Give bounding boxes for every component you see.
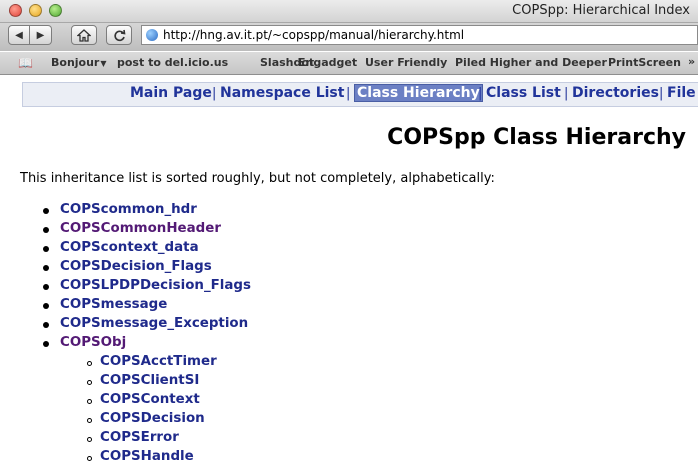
circle-bullet-icon xyxy=(87,361,92,366)
globe-icon xyxy=(146,29,158,41)
window-controls xyxy=(9,4,62,17)
class-link-copsdecision-flags[interactable]: COPSDecision_Flags xyxy=(60,259,212,274)
class-link-copsmessage-exception[interactable]: COPSmessage_Exception xyxy=(60,316,248,331)
tab-separator: | xyxy=(478,86,483,101)
class-link-copscontext[interactable]: COPSContext xyxy=(100,392,200,407)
bullet-icon xyxy=(43,265,49,271)
class-link-copserror[interactable]: COPSError xyxy=(100,430,179,445)
reload-icon xyxy=(113,29,125,41)
url-text[interactable]: http://hng.av.it.pt/~copspp/manual/hiera… xyxy=(163,28,464,42)
tab-separator: | xyxy=(212,86,217,101)
dropdown-arrow-icon: ▼ xyxy=(100,59,107,68)
class-link-copscommon-hdr[interactable]: COPScommon_hdr xyxy=(60,202,197,217)
class-link-copshandle[interactable]: COPSHandle xyxy=(100,449,194,464)
class-link-copsaccttimer[interactable]: COPSAcctTimer xyxy=(100,354,217,369)
class-link-copscontext-data[interactable]: COPScontext_data xyxy=(60,240,199,255)
bookmark-user-friendly[interactable]: User Friendly xyxy=(365,56,447,69)
tab-separator: | xyxy=(659,86,664,101)
bullet-icon xyxy=(43,322,49,328)
class-link-copsclientsi[interactable]: COPSClientSI xyxy=(100,373,199,388)
forward-arrow-icon: ▶ xyxy=(36,29,45,41)
bookmarks-overflow-button[interactable]: » xyxy=(688,55,695,68)
minimize-window-button[interactable] xyxy=(29,4,42,17)
bullet-icon xyxy=(43,227,49,233)
zoom-window-button[interactable] xyxy=(49,4,62,17)
title-bar: COPSpp: Hierarchical Index xyxy=(0,0,698,23)
bookmark-phd[interactable]: Piled Higher and Deeper xyxy=(455,56,607,69)
close-window-button[interactable] xyxy=(9,4,22,17)
bookmark-printscreen[interactable]: PrintScreen xyxy=(608,56,681,69)
tab-namespace-list[interactable]: Namespace List xyxy=(220,85,344,101)
tab-main-page[interactable]: Main Page xyxy=(130,85,212,101)
class-link-copscommonheader[interactable]: COPSCommonHeader xyxy=(60,221,221,236)
home-icon xyxy=(77,28,91,42)
home-button[interactable] xyxy=(71,25,97,45)
tab-class-list[interactable]: Class List xyxy=(486,85,561,101)
tab-separator: | xyxy=(346,86,351,101)
bullet-icon xyxy=(43,303,49,309)
forward-button[interactable]: ▶ xyxy=(30,25,52,45)
back-button[interactable]: ◀ xyxy=(8,25,30,45)
bullet-icon xyxy=(43,341,49,347)
back-forward-group: ◀ ▶ xyxy=(8,25,52,45)
bullet-icon xyxy=(43,284,49,290)
circle-bullet-icon xyxy=(87,437,92,442)
class-link-copsdecision[interactable]: COPSDecision xyxy=(100,411,205,426)
browser-toolbar: ◀ ▶ http://hng.av.it.pt/~copspp/manual/h… xyxy=(0,23,698,51)
bookmark-bonjour[interactable]: Bonjour▼ xyxy=(51,56,107,69)
tab-class-hierarchy[interactable]: Class Hierarchy xyxy=(354,84,483,102)
circle-bullet-icon xyxy=(87,380,92,385)
tab-separator: | xyxy=(564,86,569,101)
bullet-icon xyxy=(43,208,49,214)
bookmark-label: Bonjour xyxy=(51,56,100,69)
intro-text: This inheritance list is sorted roughly,… xyxy=(20,171,495,186)
class-link-copsobj[interactable]: COPSObj xyxy=(60,335,126,350)
circle-bullet-icon xyxy=(87,399,92,404)
bookmark-engadget[interactable]: Engadget xyxy=(298,56,357,69)
address-bar[interactable]: http://hng.av.it.pt/~copspp/manual/hiera… xyxy=(141,25,698,45)
doxygen-tab-bar: Main Page | Namespace List | Class Hiera… xyxy=(22,82,698,107)
class-link-copsmessage[interactable]: COPSmessage xyxy=(60,297,167,312)
circle-bullet-icon xyxy=(87,418,92,423)
bookmarks-book-icon[interactable]: 📖 xyxy=(18,56,33,70)
tab-file[interactable]: File xyxy=(667,85,696,101)
bookmark-delicious[interactable]: post to del.icio.us xyxy=(117,56,228,69)
circle-bullet-icon xyxy=(87,456,92,461)
reload-button[interactable] xyxy=(106,25,132,45)
class-link-copslpdpdecision-flags[interactable]: COPSLPDPDecision_Flags xyxy=(60,278,251,293)
bookmarks-bar: 📖 Bonjour▼ post to del.icio.us Slashdot … xyxy=(0,52,698,75)
page-title: COPSpp Class Hierarchy xyxy=(387,125,686,150)
bullet-icon xyxy=(43,246,49,252)
window-title: COPSpp: Hierarchical Index xyxy=(512,3,690,18)
tab-directories[interactable]: Directories xyxy=(572,85,659,101)
back-arrow-icon: ◀ xyxy=(15,29,23,41)
